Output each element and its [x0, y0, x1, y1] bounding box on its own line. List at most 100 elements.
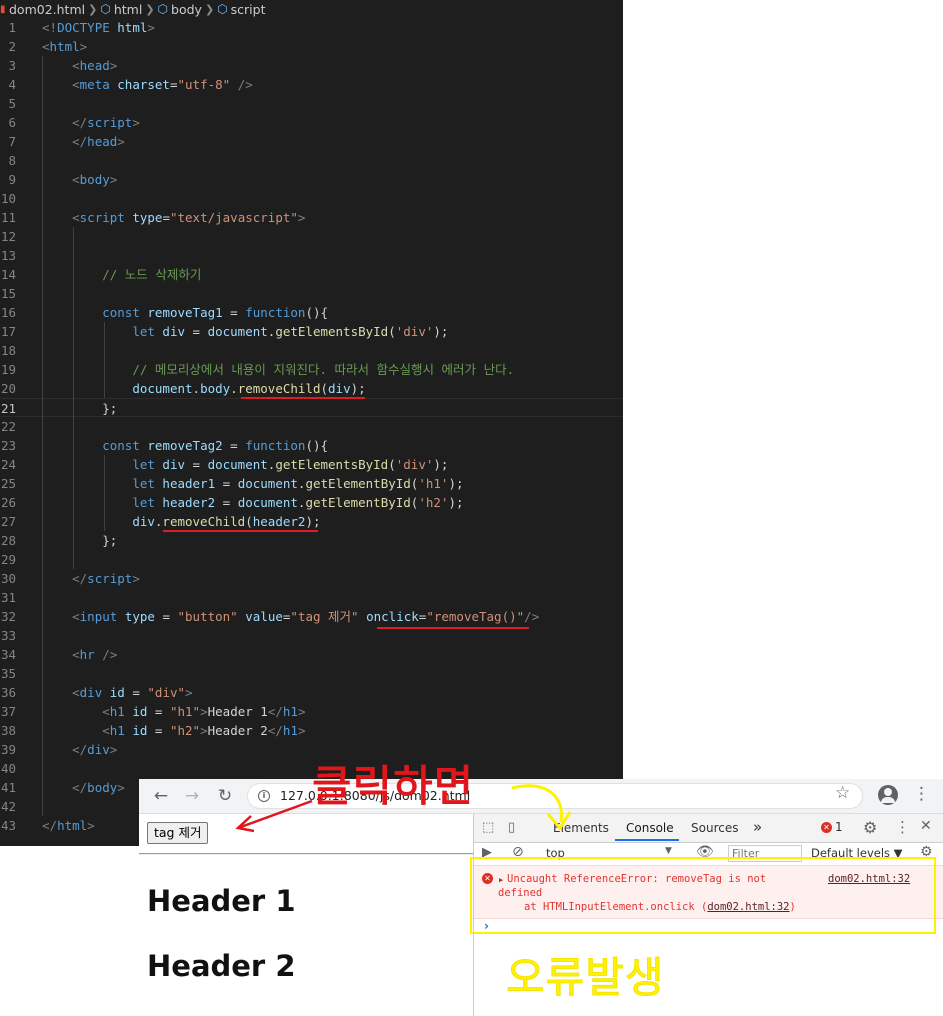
code-line[interactable]: 15 — [0, 284, 623, 303]
code-token: < — [72, 647, 80, 662]
line-number: 7 — [8, 134, 16, 149]
back-arrow-icon[interactable]: ← — [149, 784, 173, 808]
code-token: /> — [524, 609, 540, 624]
code-line[interactable]: 13 — [0, 246, 623, 265]
devtools-menu-icon[interactable]: ⋮ — [895, 818, 910, 836]
inspect-element-icon[interactable]: ⬚ — [482, 820, 494, 835]
code-line[interactable]: 23 const removeTag2 = function(){ — [0, 436, 623, 455]
code-line[interactable]: 4 <meta charset="utf-8" /> — [0, 75, 623, 94]
more-tabs-icon[interactable]: » — [753, 818, 762, 836]
code-line[interactable]: 24 let div = document.getElementsById('d… — [0, 455, 623, 474]
code-line[interactable]: 9 <body> — [0, 170, 623, 189]
code-line[interactable]: 17 let div = document.getElementsById('d… — [0, 322, 623, 341]
code-token: DOCTYPE — [57, 20, 110, 35]
code-token: ( — [320, 381, 329, 396]
code-line[interactable]: 3 <head> — [0, 56, 623, 75]
code-token: h1 — [109, 704, 125, 719]
error-count[interactable]: 1 — [835, 820, 843, 834]
code-line[interactable]: 19 // 메모리상에서 내용이 지워진다. 따라서 함수실행시 에러가 난다. — [0, 360, 623, 379]
code-token: removeChild — [162, 514, 246, 529]
bookmark-star-icon[interactable]: ☆ — [835, 783, 850, 803]
code-line[interactable]: 11 <script type="text/javascript"> — [0, 208, 623, 227]
code-line[interactable]: 32 <input type = "button" value="tag 제거"… — [0, 607, 623, 626]
code-token: = — [147, 723, 170, 738]
code-token: < — [42, 39, 50, 54]
breadcrumb-file[interactable]: ▮ dom02.html — [0, 2, 85, 17]
code-token: </ — [72, 571, 88, 586]
code-token: . — [192, 381, 201, 396]
device-toolbar-icon[interactable]: ▯ — [508, 820, 515, 835]
code-line[interactable]: 20 document.body.removeChild(div); — [0, 379, 623, 398]
breadcrumb-html[interactable]: ⬡ html — [100, 2, 142, 17]
code-line[interactable]: 29 — [0, 550, 623, 569]
code-line[interactable]: 22 — [0, 417, 623, 436]
code-line[interactable]: 30 </script> — [0, 569, 623, 588]
error-badge-icon[interactable]: ✕ — [821, 822, 832, 833]
code-line[interactable]: 18 — [0, 341, 623, 360]
code-token: html — [49, 39, 80, 54]
code-line[interactable]: 6 </script> — [0, 113, 623, 132]
code-line[interactable]: 2 <html> — [0, 37, 623, 56]
code-token: = — [185, 324, 208, 339]
code-token: input — [79, 609, 118, 624]
info-icon[interactable]: i — [258, 790, 270, 802]
tab-elements[interactable]: Elements — [553, 821, 609, 835]
line-number: 40 — [0, 761, 16, 776]
code-line[interactable]: 16 const removeTag1 = function(){ — [0, 303, 623, 322]
code-token: = — [124, 685, 148, 700]
code-line[interactable]: 33 — [0, 626, 623, 645]
menu-kebab-icon[interactable]: ⋮ — [913, 784, 930, 804]
code-line[interactable]: 14 // 노드 삭제하기 — [0, 265, 623, 284]
code-line[interactable]: 25 let header1 = document.getElementById… — [0, 474, 623, 493]
code-line[interactable]: 26 let header2 = document.getElementById… — [0, 493, 623, 512]
chevron-right-icon: ❯ — [204, 2, 215, 16]
code-line[interactable]: 36 <div id = "div"> — [0, 683, 623, 702]
code-token: > — [132, 571, 140, 586]
code-token: </ — [72, 134, 88, 149]
tab-console[interactable]: Console — [626, 821, 674, 835]
code-line[interactable]: 37 <h1 id = "h1">Header 1</h1> — [0, 702, 623, 721]
code-line[interactable]: 10 — [0, 189, 623, 208]
code-line[interactable]: 7 </head> — [0, 132, 623, 151]
code-token: document — [132, 381, 193, 396]
tag-remove-button[interactable]: tag 제거 — [147, 822, 209, 844]
code-text: <head> — [42, 56, 117, 75]
settings-gear-icon[interactable]: ⚙ — [863, 818, 877, 837]
code-text: <h1 id = "h1">Header 1</h1> — [42, 702, 305, 721]
forward-arrow-icon[interactable]: → — [180, 784, 204, 808]
breadcrumb-body[interactable]: ⬡ body — [158, 2, 202, 17]
code-token: body — [200, 381, 231, 396]
code-line[interactable]: 38 <h1 id = "h2">Header 2</h1> — [0, 721, 623, 740]
code-line[interactable]: 31 — [0, 588, 623, 607]
code-line[interactable]: 21 }; — [0, 398, 623, 417]
code-token: > — [297, 210, 306, 225]
profile-avatar-icon[interactable] — [878, 785, 898, 805]
code-token: div — [132, 514, 155, 529]
breadcrumb-script[interactable]: ⬡ script — [217, 2, 265, 17]
code-token: head — [87, 134, 118, 149]
code-text: <h1 id = "h2">Header 2</h1> — [42, 721, 305, 740]
close-devtools-icon[interactable]: ✕ — [920, 818, 932, 834]
code-line[interactable]: 34 <hr /> — [0, 645, 623, 664]
tab-sources[interactable]: Sources — [691, 821, 738, 835]
code-line[interactable]: 35 — [0, 664, 623, 683]
chevron-down-icon[interactable]: ▼ — [665, 846, 672, 856]
code-line[interactable]: 5 — [0, 94, 623, 113]
code-line[interactable]: 8 — [0, 151, 623, 170]
code-line[interactable]: 27 div.removeChild(header2); — [0, 512, 623, 531]
code-line[interactable]: 28 }; — [0, 531, 623, 550]
code-line[interactable]: 1 <!DOCTYPE html> — [0, 18, 623, 37]
line-number: 41 — [0, 780, 16, 795]
code-token: . — [230, 381, 238, 396]
code-token: function — [245, 305, 306, 320]
code-line[interactable]: 12 — [0, 227, 623, 246]
code-area[interactable]: 1 <!DOCTYPE html> 2 <html> 3 <head> 4 <meta c… — [0, 18, 623, 835]
code-token: = — [222, 305, 246, 320]
reload-icon[interactable]: ↻ — [213, 784, 237, 808]
code-token: < — [102, 704, 110, 719]
